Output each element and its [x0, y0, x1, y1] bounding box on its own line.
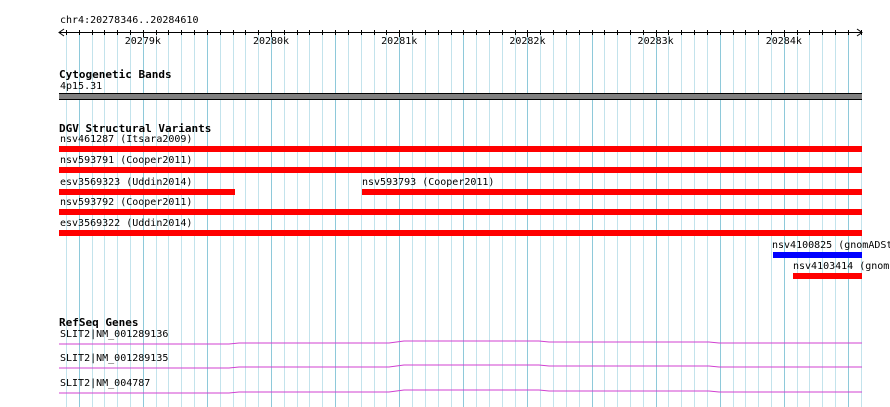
variant-label: nsv593791 (Cooper2011) [60, 155, 193, 166]
variant-label: nsv4103414 (gnom [793, 261, 890, 272]
ruler-tick-label: 20281k [381, 36, 417, 47]
variant-bar[interactable] [59, 230, 862, 236]
variant-label: nsv461287 (Itsara2009) [60, 134, 193, 145]
transcript-model[interactable] [59, 363, 862, 371]
variant-bar[interactable] [362, 189, 862, 195]
track-title-refseq-genes: RefSeq Genes [59, 316, 139, 329]
ruler-tick-label: 20282k [509, 36, 545, 47]
variant-label: nsv593792 (Cooper2011) [60, 197, 193, 208]
transcript-intron-line [59, 364, 862, 369]
ruler-tick-label: 20280k [253, 36, 289, 47]
transcript-intron-line [59, 389, 862, 394]
ruler-tick-label: 20284k [766, 36, 802, 47]
variant-bar[interactable] [773, 252, 862, 258]
transcript-model[interactable] [59, 339, 862, 347]
transcript-intron-line [59, 340, 862, 345]
genome-browser-view: chr4:20278346..20284610 20279k 20280k 2028… [0, 0, 890, 407]
variant-bar[interactable] [59, 189, 235, 195]
variant-bar[interactable] [59, 167, 862, 173]
ruler-tick-label: 20279k [125, 36, 161, 47]
cytoband-bar[interactable] [59, 93, 862, 100]
variant-bar[interactable] [59, 209, 862, 215]
transcript-model[interactable] [59, 388, 862, 396]
track-title-cytogenetic-bands: Cytogenetic Bands [59, 68, 172, 81]
cytoband-label: 4p15.31 [60, 81, 103, 92]
ruler-tick-label: 20283k [638, 36, 674, 47]
coordinate-ruler[interactable]: 20279k 20280k 20281k 20282k 20283k 20284k [0, 24, 890, 48]
variant-label: esv3569322 (Uddin2014) [60, 218, 193, 229]
variant-label: esv3569323 (Uddin2014) [60, 177, 193, 188]
variant-label: nsv593793 (Cooper2011) [362, 177, 495, 188]
variant-bar[interactable] [59, 146, 862, 152]
variant-bar[interactable] [793, 273, 862, 279]
variant-label: nsv4100825 (gnomADSt [772, 240, 890, 251]
